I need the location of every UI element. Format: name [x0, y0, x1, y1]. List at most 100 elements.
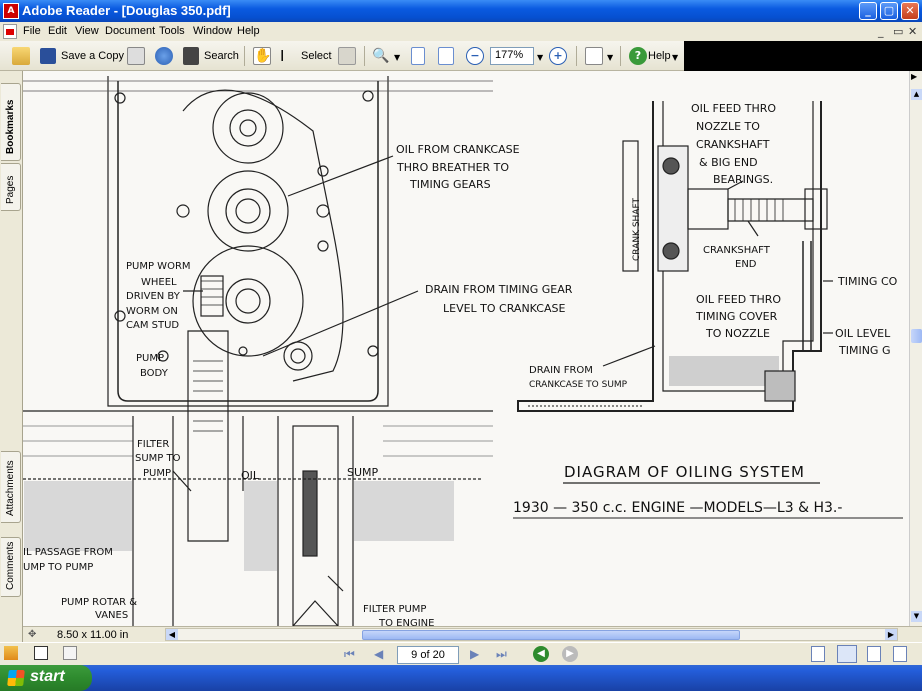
print-icon[interactable] — [127, 47, 145, 65]
fit-page-icon[interactable] — [438, 47, 454, 65]
menu-edit[interactable]: Edit — [48, 25, 67, 37]
single-page-layout-icon[interactable] — [811, 646, 825, 662]
scroll-up-icon[interactable]: ▲ — [911, 89, 922, 100]
menu-document[interactable]: Document — [105, 25, 155, 37]
move-icon[interactable]: ✥ — [28, 629, 36, 640]
save-copy-button[interactable]: Save a Copy — [61, 50, 124, 62]
label-filter-sump-2: SUMP TO — [135, 453, 181, 464]
notification-icon[interactable] — [4, 646, 18, 660]
tab-pages[interactable]: Pages — [1, 163, 21, 211]
tab-bookmarks[interactable]: Bookmarks — [1, 83, 21, 161]
zoom-dropdown-icon[interactable]: ▼ — [537, 53, 543, 62]
open-folder-icon[interactable] — [12, 47, 30, 65]
toolbar-separator — [244, 46, 245, 66]
start-label: start — [30, 668, 65, 685]
caption-subtitle: 1930 — 350 c.c. ENGINE —MODELS—L3 & H3.- — [513, 500, 842, 516]
document-view[interactable]: OIL FROM CRANKCASE THRO BREATHER TO TIMI… — [23, 71, 909, 626]
label-oil-level-1: OIL LEVEL — [835, 327, 891, 340]
continuous-layout-icon[interactable] — [837, 645, 857, 663]
label-oil-feed-4: & BIG END — [699, 156, 758, 169]
horizontal-scroll-thumb[interactable] — [362, 630, 740, 640]
label-crank-shaft: CRANK SHAFT — [632, 198, 642, 261]
page-view-icon[interactable] — [63, 646, 77, 660]
go-forward-icon[interactable]: ▶ — [562, 646, 578, 662]
fit-width-icon[interactable] — [411, 47, 425, 65]
label-filter-sump-3: PUMP — [143, 468, 171, 479]
label-oil-feed-2: NOZZLE TO — [696, 120, 760, 133]
maximize-button[interactable]: ▢ — [880, 2, 898, 20]
single-page-toggle-icon[interactable] — [34, 646, 48, 660]
scroll-down-icon[interactable]: ▼ — [911, 611, 922, 622]
vertical-scroll-thumb[interactable] — [911, 329, 922, 343]
taskbar: start — [0, 665, 922, 691]
doc-minimize-button[interactable]: _ — [878, 25, 884, 38]
facing-layout-icon[interactable] — [867, 646, 881, 662]
previous-page-icon[interactable]: ◀ — [374, 647, 383, 661]
label-oil-feed-1: OIL FEED THRO — [691, 102, 776, 115]
label-oil-feed-5: BEARINGS. — [713, 173, 773, 186]
label-pump-worm-5: CAM STUD — [126, 320, 179, 331]
vertical-scrollbar[interactable]: ▶ ▲ ▼ — [909, 71, 922, 626]
continuous-facing-layout-icon[interactable] — [893, 646, 907, 662]
scroll-right-icon[interactable]: ▶ — [885, 629, 897, 640]
label-oil-from-crankcase-3: TIMING GEARS — [409, 178, 491, 191]
window-title: Adobe Reader - [Douglas 350.pdf] — [22, 3, 231, 18]
binoculars-icon[interactable] — [183, 47, 199, 65]
first-page-icon[interactable]: ⏮ — [344, 647, 355, 662]
help-button[interactable]: Help — [648, 50, 671, 62]
menu-window[interactable]: Window — [193, 25, 232, 37]
label-pump-worm-2: WHEEL — [141, 277, 177, 288]
menu-file[interactable]: File — [23, 25, 41, 37]
hand-tool-icon[interactable]: ✋ — [253, 47, 271, 65]
chevron-down-icon[interactable]: ▼ — [394, 53, 400, 62]
doc-close-button[interactable]: ✕ — [908, 25, 917, 38]
last-page-icon[interactable]: ⏭ — [496, 647, 507, 662]
page-size-label: 8.50 x 11.00 in — [57, 629, 129, 641]
label-pump-worm-4: WORM ON — [126, 306, 178, 317]
tab-attachments-label: Attachments — [5, 460, 16, 516]
menu-tools[interactable]: Tools — [159, 25, 185, 37]
label-oil-passage-1: IL PASSAGE FROM — [23, 547, 113, 558]
help-dropdown-icon[interactable]: ▼ — [672, 53, 678, 62]
label-filter-pump-1: FILTER PUMP — [363, 604, 426, 615]
next-page-icon[interactable]: ▶ — [470, 647, 479, 661]
close-button[interactable]: ✕ — [901, 2, 919, 20]
page-layout-icon[interactable] — [585, 47, 603, 65]
label-pump-body-2: BODY — [140, 368, 169, 379]
tab-attachments[interactable]: Attachments — [1, 451, 21, 523]
label-pump-rotor-1: PUMP ROTAR & — [61, 597, 137, 608]
label-oil-feed-cover-3: TO NOZZLE — [705, 327, 770, 340]
toolbar-separator — [364, 46, 365, 66]
email-icon[interactable] — [155, 47, 173, 65]
document-icon[interactable] — [3, 24, 17, 39]
layout-dropdown-icon[interactable]: ▼ — [607, 53, 613, 62]
save-disk-icon[interactable] — [40, 48, 56, 64]
menu-help[interactable]: Help — [237, 25, 260, 37]
label-drain-timing-2: LEVEL TO CRANKCASE — [443, 302, 565, 315]
page-number-input[interactable]: 9 of 20 — [397, 646, 459, 664]
zoom-input[interactable]: 177% — [490, 47, 534, 65]
zoom-in-button-icon[interactable]: + — [549, 47, 567, 65]
pdf-icon: A — [3, 3, 19, 19]
minimize-button[interactable]: _ — [859, 2, 877, 20]
snapshot-icon[interactable] — [338, 47, 356, 65]
zoom-out-icon[interactable]: − — [466, 47, 484, 65]
menu-view[interactable]: View — [75, 25, 99, 37]
start-button[interactable]: start — [0, 665, 92, 691]
select-button[interactable]: Select — [301, 50, 332, 62]
label-pump-body-1: PUMP — [136, 353, 164, 364]
help-icon[interactable]: ? — [629, 47, 647, 65]
search-button[interactable]: Search — [204, 50, 239, 62]
zoom-in-icon[interactable]: 🔍 — [372, 47, 390, 65]
horizontal-scrollbar[interactable]: ◀ ▶ — [165, 628, 898, 641]
select-cursor-icon[interactable]: I — [280, 47, 284, 65]
tab-comments[interactable]: Comments — [1, 537, 21, 597]
scroll-right-arrow-icon[interactable]: ▶ — [911, 72, 917, 81]
label-crankshaft-end-2: END — [735, 259, 757, 270]
scroll-left-icon[interactable]: ◀ — [166, 629, 178, 640]
windows-logo-icon — [7, 670, 25, 686]
label-filter-sump-1: FILTER — [137, 439, 169, 450]
go-back-icon[interactable]: ◀ — [533, 646, 549, 662]
label-drain-crankcase-2: CRANKCASE TO SUMP — [529, 380, 628, 390]
doc-restore-button[interactable]: ▭ — [893, 25, 903, 38]
